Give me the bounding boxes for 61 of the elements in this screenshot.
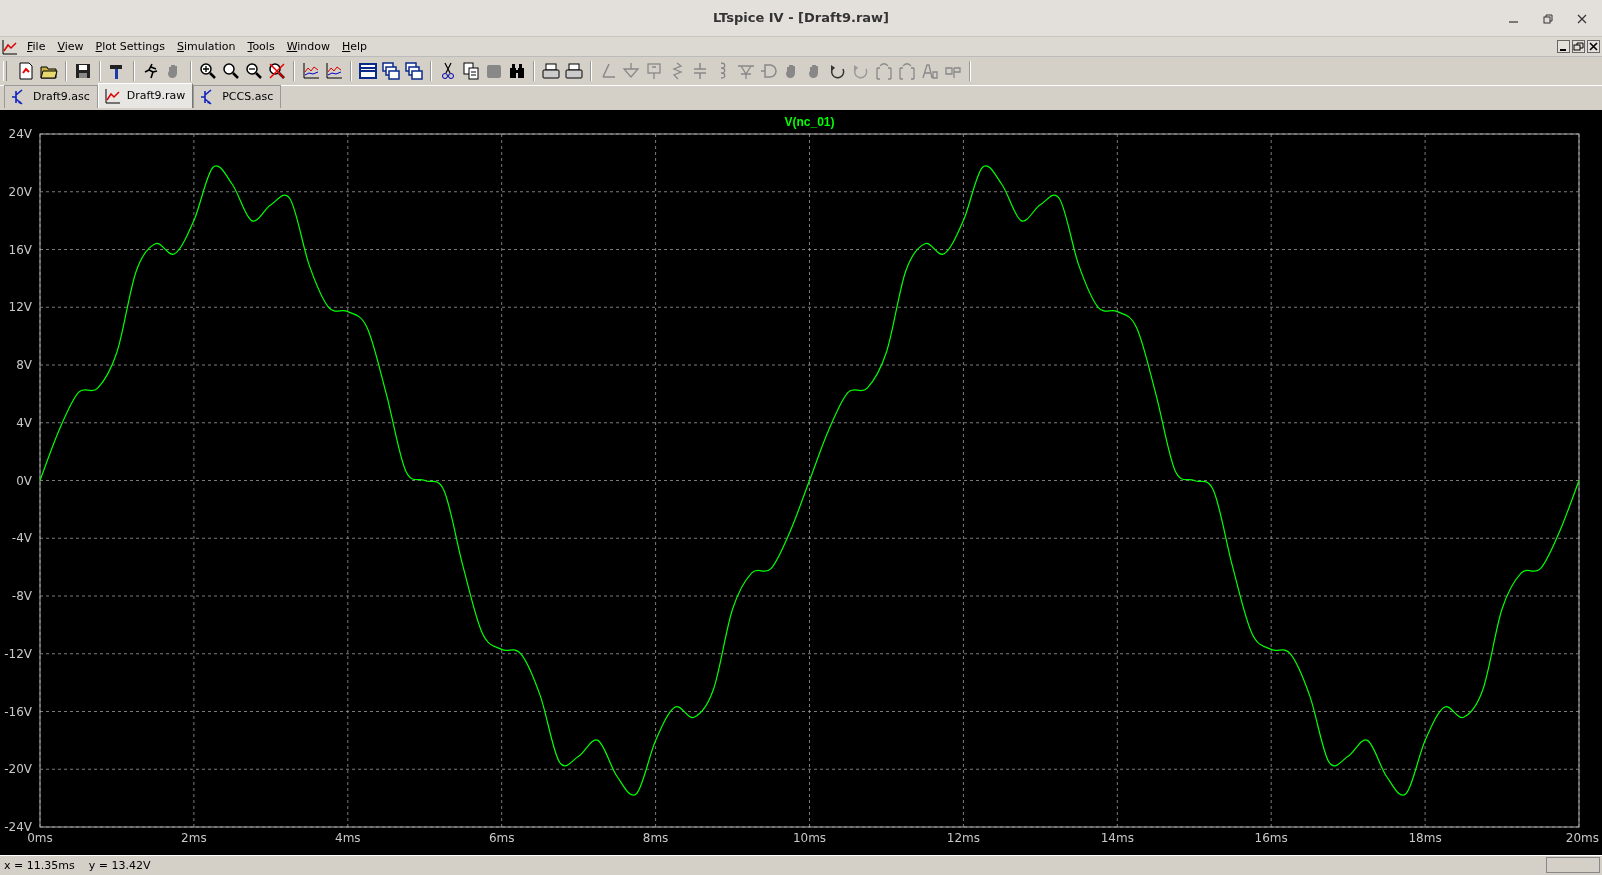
window-title: LTspice IV - [Draft9.raw] <box>712 10 890 26</box>
axis-tick-label: -16V <box>4 704 32 719</box>
axis-tick-label: 2ms <box>181 830 207 845</box>
plot-icon[interactable] <box>302 61 320 80</box>
minimize-icon[interactable] <box>1557 40 1570 54</box>
axis-tick-label: -8V <box>11 588 32 603</box>
axis-tick-label: 12ms <box>946 830 980 845</box>
axis-tick-label: 20ms <box>1565 830 1599 845</box>
axis-tick-label: -20V <box>4 761 32 776</box>
cascade-icon[interactable] <box>382 61 400 80</box>
axis-tick-label: -4V <box>11 530 32 545</box>
close-icon[interactable] <box>1576 13 1588 25</box>
plot-cursor-icon[interactable] <box>325 61 343 80</box>
cursor-x-reading: x = 11.35ms <box>4 858 75 872</box>
zoom-out-icon[interactable] <box>245 61 263 80</box>
status-panel <box>1546 857 1600 874</box>
menu-item[interactable]: Simulation <box>170 40 242 54</box>
document-tab[interactable]: Draft9.asc <box>4 84 98 108</box>
axis-tick-label: 16V <box>8 242 32 257</box>
tile-horizontal-icon[interactable] <box>359 61 377 80</box>
zoom-cancel-icon[interactable] <box>268 61 286 80</box>
waveform-icon <box>104 87 121 104</box>
tile-windows-icon[interactable] <box>405 61 423 80</box>
menu-item[interactable]: View <box>51 40 90 54</box>
menu-item[interactable]: Window <box>280 40 336 54</box>
waveform-icon <box>2 38 18 55</box>
close-icon[interactable] <box>1587 40 1600 54</box>
trace-legend-label: V(nc_01) <box>784 114 835 129</box>
running-figure-icon[interactable] <box>142 61 160 80</box>
axis-tick-label: 8ms <box>642 830 669 845</box>
print-icon[interactable] <box>565 61 583 80</box>
axis-tick-label: 24V <box>8 126 32 141</box>
document-tab[interactable]: PCCS.asc <box>193 84 282 108</box>
menu-item[interactable]: Help <box>336 40 374 54</box>
axis-tick-label: 6ms <box>488 830 515 845</box>
copy-icon[interactable] <box>462 61 480 80</box>
cut-icon[interactable] <box>439 61 457 80</box>
restore-icon[interactable] <box>1572 40 1585 54</box>
cursor-y-reading: y = 13.42V <box>88 858 151 872</box>
axis-tick-label: 4V <box>16 415 32 430</box>
menu-item[interactable]: Plot Settings <box>89 40 171 54</box>
zoom-in-icon[interactable] <box>199 61 217 80</box>
new-document-icon[interactable] <box>17 61 35 80</box>
axis-tick-label: 8V <box>16 357 32 372</box>
axis-tick-label: -12V <box>4 646 32 661</box>
zoom-icon[interactable] <box>222 61 240 80</box>
document-tab[interactable]: Draft9.raw <box>97 82 194 108</box>
axis-tick-label: 12V <box>8 299 32 314</box>
axis-tick-label: 16ms <box>1254 830 1288 845</box>
save-icon[interactable] <box>74 61 92 80</box>
axis-tick-label: 14ms <box>1100 830 1134 845</box>
menu-item[interactable]: File <box>21 40 52 54</box>
print-preview-icon[interactable] <box>542 61 560 80</box>
menu-item[interactable]: Tools <box>241 40 281 54</box>
axis-tick-label: 10ms <box>792 830 827 845</box>
axis-tick-label: 4ms <box>335 830 361 845</box>
axis-tick-label: 20V <box>8 184 32 199</box>
axis-tick-label: 0V <box>16 473 32 488</box>
axis-tick-label: 18ms <box>1408 830 1442 845</box>
maximize-icon[interactable] <box>1542 13 1554 25</box>
binoculars-icon[interactable] <box>508 61 526 80</box>
